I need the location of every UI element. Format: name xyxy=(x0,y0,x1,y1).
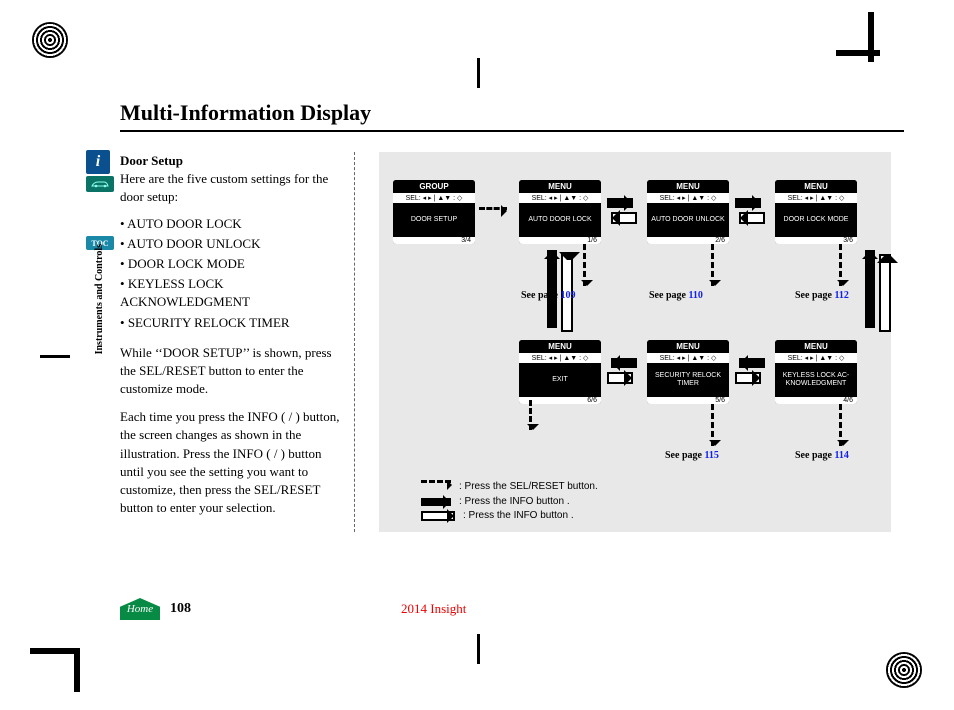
screen-keyless-ack: MENU SEL: ◂ ▸ | ▲▼ : ◇ KEYLESS LOCK AC- … xyxy=(775,340,857,404)
page-link[interactable]: 110 xyxy=(688,290,702,301)
info-tab[interactable]: i xyxy=(86,150,110,174)
arrow-dashed xyxy=(839,244,842,286)
screen-footer: 1/6 xyxy=(519,237,601,244)
arrow-dashed xyxy=(839,404,842,446)
page-link[interactable]: 112 xyxy=(834,290,848,301)
screen-footer: 3/4 xyxy=(393,237,475,244)
arrow-solid xyxy=(611,358,637,368)
crop-mark xyxy=(30,648,80,698)
screen-header: MENU xyxy=(775,180,857,193)
screen-body: DOOR SETUP xyxy=(393,203,475,237)
crop-mark xyxy=(40,355,70,358)
page-link[interactable]: 114 xyxy=(834,450,848,461)
crop-mark xyxy=(868,12,924,62)
paragraph: While ‘‘DOOR SETUP’’ is shown, press the… xyxy=(120,344,340,399)
see-page-ref: See page 115 xyxy=(665,450,719,461)
car-tab-icon[interactable] xyxy=(86,176,114,192)
registration-mark xyxy=(32,22,68,58)
screen-header: MENU xyxy=(647,340,729,353)
bullet-item: SECURITY RELOCK TIMER xyxy=(120,314,340,332)
arrow-dashed xyxy=(529,400,532,430)
diagram-legend: : Press the SEL/RESET button. : Press th… xyxy=(421,477,598,524)
body-text-column: Door Setup Here are the five custom sett… xyxy=(120,152,355,532)
arrow-solid xyxy=(865,250,875,328)
flow-diagram: GROUP SEL: ◂ ▸ | ▲▼ : ◇ DOOR SETUP 3/4 M… xyxy=(379,152,891,532)
vehicle-label: 2014 Insight xyxy=(401,601,466,617)
arrow-dashed xyxy=(711,244,714,286)
paragraph: Each time you press the INFO ( / ) butto… xyxy=(120,408,340,517)
crop-mark xyxy=(477,58,480,88)
screen-selbar: SEL: ◂ ▸ | ▲▼ : ◇ xyxy=(519,193,601,203)
screen-header: GROUP xyxy=(393,180,475,193)
legend-text: : Press the INFO button . xyxy=(463,510,574,521)
arrow-hollow xyxy=(607,372,633,384)
see-page-ref: See page 114 xyxy=(795,450,849,461)
legend-text: : Press the INFO button . xyxy=(459,496,570,507)
arrow-solid xyxy=(735,198,761,208)
arrow-hollow xyxy=(611,212,637,224)
screen-door-lock-mode: MENU SEL: ◂ ▸ | ▲▼ : ◇ DOOR LOCK MODE 3/… xyxy=(775,180,857,244)
screen-body: KEYLESS LOCK AC- KNOWLEDGMENT xyxy=(775,363,857,397)
arrow-dashed xyxy=(711,404,714,446)
bullet-item: DOOR LOCK MODE xyxy=(120,255,340,273)
arrow-solid xyxy=(547,250,557,328)
legend-arrow-hollow-icon xyxy=(421,511,455,521)
arrow-dashed xyxy=(479,207,507,210)
screen-header: MENU xyxy=(647,180,729,193)
screen-body: DOOR LOCK MODE xyxy=(775,203,857,237)
arrow-dashed xyxy=(583,244,586,286)
screen-footer: 2/6 xyxy=(647,237,729,244)
crop-mark xyxy=(477,634,480,664)
bullet-item: KEYLESS LOCK ACKNOWLEDGMENT xyxy=(120,275,340,311)
screen-auto-door-lock: MENU SEL: ◂ ▸ | ▲▼ : ◇ AUTO DOOR LOCK 1/… xyxy=(519,180,601,244)
screen-selbar: SEL: ◂ ▸ | ▲▼ : ◇ xyxy=(647,353,729,363)
arrow-solid xyxy=(739,358,765,368)
screen-body: EXIT xyxy=(519,363,601,397)
screen-footer: 4/6 xyxy=(775,397,857,404)
screen-security-relock: MENU SEL: ◂ ▸ | ▲▼ : ◇ SECURITY RELOCK T… xyxy=(647,340,729,404)
arrow-hollow xyxy=(739,212,765,224)
section-label: Instruments and Controls xyxy=(94,244,105,354)
page-title: Multi-Information Display xyxy=(120,100,904,132)
screen-footer: 5/6 xyxy=(647,397,729,404)
subheading: Door Setup xyxy=(120,153,183,168)
registration-mark xyxy=(886,652,922,688)
screen-selbar: SEL: ◂ ▸ | ▲▼ : ◇ xyxy=(647,193,729,203)
see-page-ref: See page 109 xyxy=(521,290,575,301)
page-number: 108 xyxy=(170,601,191,617)
screen-header: MENU xyxy=(519,340,601,353)
bullet-item: AUTO DOOR UNLOCK xyxy=(120,235,340,253)
screen-selbar: SEL: ◂ ▸ | ▲▼ : ◇ xyxy=(775,193,857,203)
arrow-hollow xyxy=(735,372,761,384)
screen-body: AUTO DOOR LOCK xyxy=(519,203,601,237)
page-link[interactable]: 115 xyxy=(704,450,718,461)
legend-arrow-solid-icon xyxy=(421,498,451,506)
screen-footer: 3/6 xyxy=(775,237,857,244)
screen-selbar: SEL: ◂ ▸ | ▲▼ : ◇ xyxy=(393,193,475,203)
screen-door-setup: GROUP SEL: ◂ ▸ | ▲▼ : ◇ DOOR SETUP 3/4 xyxy=(393,180,475,244)
arrow-hollow xyxy=(879,254,891,332)
screen-exit: MENU SEL: ◂ ▸ | ▲▼ : ◇ EXIT 6/6 xyxy=(519,340,601,404)
screen-body: AUTO DOOR UNLOCK xyxy=(647,203,729,237)
screen-body: SECURITY RELOCK TIMER xyxy=(647,363,729,397)
legend-text: : Press the SEL/RESET button. xyxy=(459,481,598,492)
page-link[interactable]: 109 xyxy=(560,290,575,301)
screen-header: MENU xyxy=(775,340,857,353)
screen-header: MENU xyxy=(519,180,601,193)
see-page-ref: See page 112 xyxy=(795,290,849,301)
intro-text: Here are the five custom settings for th… xyxy=(120,171,328,204)
screen-selbar: SEL: ◂ ▸ | ▲▼ : ◇ xyxy=(775,353,857,363)
arrow-solid xyxy=(607,198,633,208)
home-button[interactable]: Home xyxy=(120,598,160,620)
bullet-item: AUTO DOOR LOCK xyxy=(120,215,340,233)
screen-selbar: SEL: ◂ ▸ | ▲▼ : ◇ xyxy=(519,353,601,363)
see-page-ref: See page 110 xyxy=(649,290,703,301)
legend-arrow-dashed-icon xyxy=(421,480,451,493)
screen-auto-door-unlock: MENU SEL: ◂ ▸ | ▲▼ : ◇ AUTO DOOR UNLOCK … xyxy=(647,180,729,244)
